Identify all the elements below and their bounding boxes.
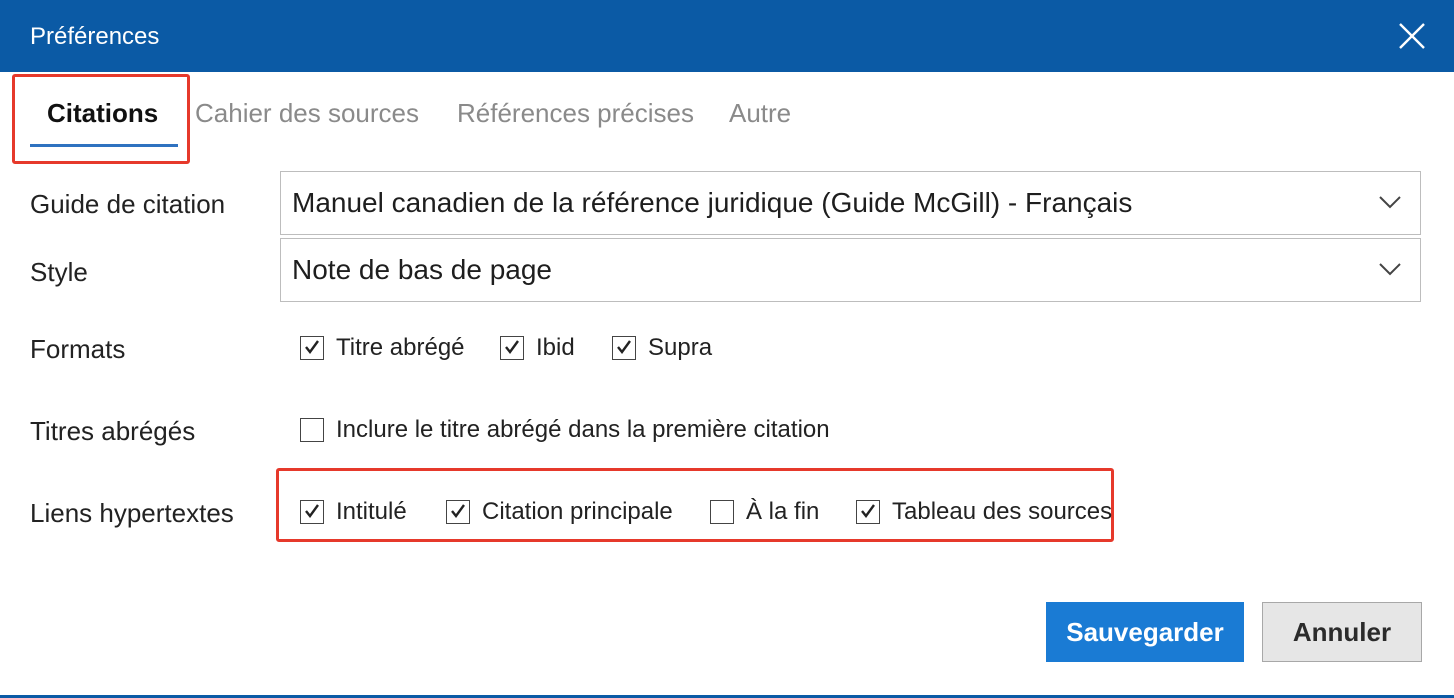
checkbox-box[interactable] xyxy=(300,336,324,360)
checkbox-supra[interactable]: Supra xyxy=(612,333,712,363)
chevron-down-icon xyxy=(1378,194,1402,210)
checkbox-titre-abrege[interactable]: Titre abrégé xyxy=(300,333,465,363)
checkbox-box[interactable] xyxy=(500,336,524,360)
guide-select[interactable]: Manuel canadien de la référence juridiqu… xyxy=(280,171,1421,235)
style-label: Style xyxy=(30,257,88,287)
checkmark-icon xyxy=(305,504,319,518)
formats-label: Formats xyxy=(30,334,126,364)
short-titles-label: Titres abrégés xyxy=(30,416,196,446)
tab-cahier-des-sources[interactable]: Cahier des sources xyxy=(195,96,419,130)
checkbox-box[interactable] xyxy=(710,500,734,524)
close-icon xyxy=(1399,23,1425,49)
checkmark-icon xyxy=(451,504,465,518)
guide-select-value: Manuel canadien de la référence juridiqu… xyxy=(292,187,1133,218)
checkmark-icon xyxy=(305,340,319,354)
hyperlinks-label: Liens hypertextes xyxy=(30,498,234,528)
checkbox-inclure-titre-abrege[interactable]: Inclure le titre abrégé dans la première… xyxy=(300,415,830,445)
dialog-title: Préférences xyxy=(30,23,160,50)
checkbox-box[interactable] xyxy=(300,500,324,524)
checkbox-label: Intitulé xyxy=(336,498,407,525)
checkbox-label: Tableau des sources xyxy=(892,498,1113,525)
checkbox-label: À la fin xyxy=(746,498,820,525)
style-select-value: Note de bas de page xyxy=(292,254,552,285)
style-select[interactable]: Note de bas de page xyxy=(280,238,1421,302)
checkmark-icon xyxy=(617,340,631,354)
checkbox-a-la-fin[interactable]: À la fin xyxy=(710,497,819,527)
tab-bar: Citations Cahier des sources Références … xyxy=(0,72,1454,172)
chevron-down-icon xyxy=(1378,261,1402,277)
checkmark-icon xyxy=(861,504,875,518)
checkbox-label: Supra xyxy=(648,334,713,361)
dialog-titlebar: Préférences xyxy=(0,0,1454,72)
checkbox-citation-principale[interactable]: Citation principale xyxy=(446,497,673,527)
checkbox-box[interactable] xyxy=(612,336,636,360)
cancel-button[interactable]: Annuler xyxy=(1262,602,1422,662)
checkbox-tableau-des-sources[interactable]: Tableau des sources xyxy=(856,497,1112,527)
checkbox-label: Ibid xyxy=(536,334,575,361)
checkbox-label: Citation principale xyxy=(482,498,673,525)
tab-citations[interactable]: Citations xyxy=(47,96,158,130)
checkbox-ibid[interactable]: Ibid xyxy=(500,333,575,363)
save-button[interactable]: Sauvegarder xyxy=(1046,602,1244,662)
guide-label: Guide de citation xyxy=(30,189,226,219)
checkbox-intitule[interactable]: Intitulé xyxy=(300,497,407,527)
checkbox-label: Titre abrégé xyxy=(336,334,465,361)
checkbox-box[interactable] xyxy=(300,418,324,442)
checkbox-box[interactable] xyxy=(446,500,470,524)
tab-autre[interactable]: Autre xyxy=(729,96,791,130)
checkbox-box[interactable] xyxy=(856,500,880,524)
close-button[interactable] xyxy=(1394,18,1430,54)
active-tab-indicator xyxy=(30,144,178,147)
checkbox-label: Inclure le titre abrégé dans la première… xyxy=(336,416,830,443)
tab-references-precises[interactable]: Références précises xyxy=(457,96,694,130)
checkmark-icon xyxy=(505,340,519,354)
